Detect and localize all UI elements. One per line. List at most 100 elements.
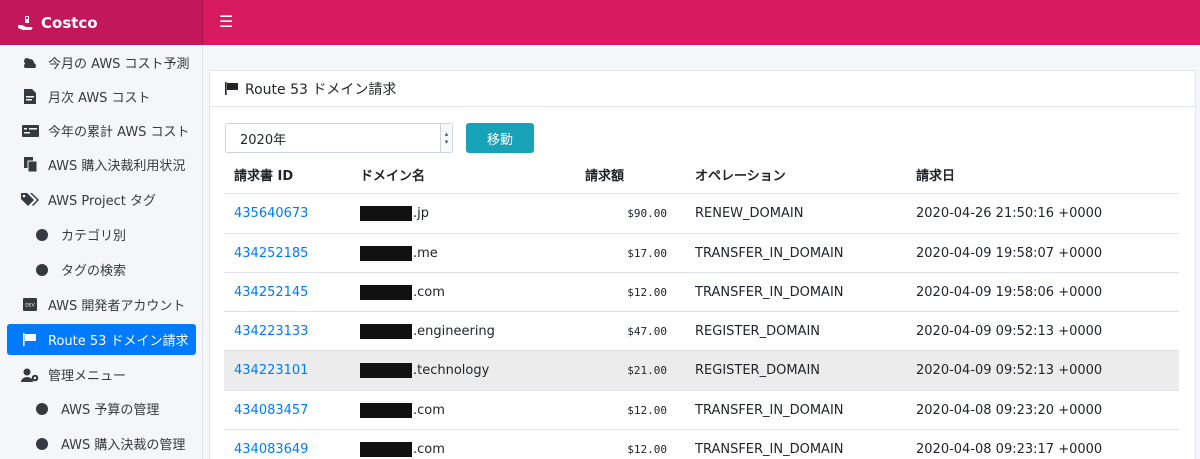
operation: TRANSFER_IN_DOMAIN <box>695 246 844 261</box>
top-navbar: Costco ☰ <box>0 0 1200 45</box>
domain-suffix: .technology <box>413 363 490 378</box>
invoice-date: 2020-04-26 21:50:16 +0000 <box>916 206 1103 221</box>
table-row: 434223133 .engineering $47.00 REGISTER_D… <box>224 312 1179 351</box>
file-invoice-icon <box>21 89 39 104</box>
circle-icon <box>35 228 49 241</box>
column-header-id: 請求書 ID <box>234 169 294 184</box>
sidebar-item-dev-accounts[interactable]: DEV AWS 開発者アカウント <box>7 289 196 320</box>
redaction-mask <box>360 363 412 378</box>
invoice-id-link[interactable]: 435640673 <box>234 194 308 233</box>
invoice-id-link[interactable]: 434223101 <box>234 351 308 390</box>
redaction-mask <box>360 206 412 221</box>
invoice-id-link[interactable]: 434252145 <box>234 273 308 312</box>
sidebar-item-label: AWS 購入決裁の管理 <box>61 438 186 453</box>
brand-link[interactable]: Costco <box>0 0 203 45</box>
operation: REGISTER_DOMAIN <box>695 324 821 339</box>
domain-name: .jp <box>360 194 429 233</box>
invoice-id-link[interactable]: 434223133 <box>234 312 308 351</box>
card-title: Route 53 ドメイン請求 <box>245 81 397 98</box>
domain-suffix: .com <box>413 403 445 418</box>
money-check-icon <box>21 124 39 137</box>
sidebar-item-admin-menu[interactable]: 管理メニュー <box>7 359 196 390</box>
domain-suffix: .jp <box>413 206 429 221</box>
year-select[interactable]: 2020年 ▴ ▾ <box>225 123 453 153</box>
sidebar-item-label: カテゴリ別 <box>61 229 127 244</box>
domain-name: .com <box>360 430 445 459</box>
column-header-date: 請求日 <box>916 169 956 184</box>
copy-icon <box>21 157 39 172</box>
sidebar-item-project-tags[interactable]: AWS Project タグ <box>7 184 196 215</box>
domain-suffix: .com <box>413 285 445 300</box>
amount: $12.00 <box>627 404 667 417</box>
invoice-date: 2020-04-09 09:52:13 +0000 <box>916 363 1103 378</box>
redaction-mask <box>360 324 412 339</box>
circle-icon <box>35 263 49 276</box>
domain-name: .com <box>360 273 445 312</box>
amount: $47.00 <box>627 325 667 338</box>
invoice-date: 2020-04-08 09:23:17 +0000 <box>916 442 1103 457</box>
amount: $90.00 <box>627 207 667 220</box>
chevron-updown-icon: ▴ ▾ <box>440 124 452 152</box>
sidebar-item-label: AWS 購入決裁利用状況 <box>48 159 186 174</box>
year-select-value: 2020年 <box>240 132 287 148</box>
tags-icon <box>21 192 39 207</box>
table-row-hover: 434223101 .technology $21.00 REGISTER_DO… <box>224 351 1179 390</box>
sidebar-item-approval-admin[interactable]: AWS 購入決裁の管理 <box>7 428 196 459</box>
operation: RENEW_DOMAIN <box>695 206 804 221</box>
table-row: 434083457 .com $12.00 TRANSFER_IN_DOMAIN… <box>224 391 1179 430</box>
operation: TRANSFER_IN_DOMAIN <box>695 403 844 418</box>
invoice-id-link[interactable]: 434252185 <box>234 234 308 273</box>
amount: $21.00 <box>627 364 667 377</box>
invoice-date: 2020-04-09 09:52:13 +0000 <box>916 324 1103 339</box>
sidebar: 今月の AWS コスト予測 月次 AWS コスト 今年の累計 AWS コスト A… <box>0 45 203 459</box>
card-header: Route 53 ドメイン請求 <box>210 71 1195 107</box>
invoice-id-link[interactable]: 434083649 <box>234 430 308 459</box>
sidebar-item-budget-admin[interactable]: AWS 予算の管理 <box>7 393 196 424</box>
sidebar-item-label: Route 53 ドメイン請求 <box>48 334 189 349</box>
domain-name: .com <box>360 391 445 430</box>
sidebar-item-cost-forecast[interactable]: 今月の AWS コスト予測 <box>7 47 196 78</box>
sidebar-item-by-category[interactable]: カテゴリ別 <box>7 219 196 250</box>
circle-icon <box>35 437 49 450</box>
column-header-amount: 請求額 <box>585 169 625 184</box>
amount: $12.00 <box>627 286 667 299</box>
redaction-mask <box>360 403 412 418</box>
domain-suffix: .com <box>413 442 445 457</box>
sidebar-item-purchase-approval[interactable]: AWS 購入決裁利用状況 <box>7 149 196 180</box>
table-row: 435640673 .jp $90.00 RENEW_DOMAIN 2020-0… <box>224 194 1179 233</box>
dev-icon: DEV <box>21 298 39 311</box>
domain-suffix: .me <box>413 246 438 261</box>
sidebar-item-ytd-cost[interactable]: 今年の累計 AWS コスト <box>7 115 196 146</box>
cloud-weather-icon <box>21 56 39 70</box>
invoice-date: 2020-04-09 19:58:06 +0000 <box>916 285 1103 300</box>
table-row: 434252185 .me $17.00 TRANSFER_IN_DOMAIN … <box>224 234 1179 273</box>
sidebar-item-tag-search[interactable]: タグの検索 <box>7 254 196 285</box>
domain-name: .engineering <box>360 312 495 351</box>
sidebar-item-label: AWS 開発者アカウント <box>48 299 186 314</box>
sidebar-item-label: 今月の AWS コスト予測 <box>48 57 190 72</box>
users-cog-icon <box>21 368 39 382</box>
invoice-id-link[interactable]: 434083457 <box>234 391 308 430</box>
sidebar-item-route53[interactable]: Route 53 ドメイン請求 <box>7 324 196 355</box>
amount: $17.00 <box>627 247 667 260</box>
invoice-date: 2020-04-08 09:23:20 +0000 <box>916 403 1103 418</box>
column-header-operation: オペレーション <box>695 169 786 184</box>
operation: TRANSFER_IN_DOMAIN <box>695 285 844 300</box>
sidebar-item-label: 今年の累計 AWS コスト <box>48 125 190 140</box>
table-row: 434083649 .com $12.00 TRANSFER_IN_DOMAIN… <box>224 430 1179 459</box>
sidebar-item-label: AWS 予算の管理 <box>61 403 160 418</box>
redaction-mask <box>360 285 412 300</box>
move-button[interactable]: 移動 <box>466 123 534 153</box>
sidebar-item-label: AWS Project タグ <box>48 194 157 209</box>
operation: REGISTER_DOMAIN <box>695 363 821 378</box>
sidebar-item-monthly-cost[interactable]: 月次 AWS コスト <box>7 81 196 112</box>
sidebar-item-label: 管理メニュー <box>48 369 127 384</box>
redaction-mask <box>360 246 412 261</box>
domain-name: .technology <box>360 351 489 390</box>
redaction-mask <box>360 442 412 457</box>
hamburger-icon[interactable]: ☰ <box>219 12 233 31</box>
brand-name: Costco <box>41 13 98 32</box>
operation: TRANSFER_IN_DOMAIN <box>695 442 844 457</box>
circle-icon <box>35 402 49 415</box>
hand-holding-icon <box>18 15 33 30</box>
